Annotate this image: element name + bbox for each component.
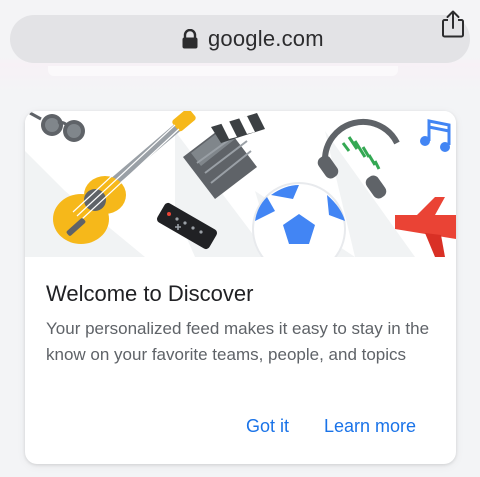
got-it-button[interactable]: Got it	[246, 416, 289, 437]
url-text: google.com	[208, 26, 324, 51]
share-icon[interactable]	[440, 9, 466, 39]
card-title: Welcome to Discover	[46, 281, 254, 306]
address-bar[interactable]: google.com	[10, 15, 470, 63]
discover-illustration	[25, 111, 456, 257]
lock-icon	[182, 29, 198, 49]
collapsed-content-edge	[48, 66, 398, 76]
discover-welcome-card: Welcome to Discover Your personalized fe…	[25, 111, 456, 464]
browser-toolbar: google.com	[0, 0, 480, 92]
learn-more-button[interactable]: Learn more	[324, 416, 416, 437]
card-actions: Got it Learn more	[25, 416, 456, 446]
card-description: Your personalized feed makes it easy to …	[46, 319, 430, 364]
